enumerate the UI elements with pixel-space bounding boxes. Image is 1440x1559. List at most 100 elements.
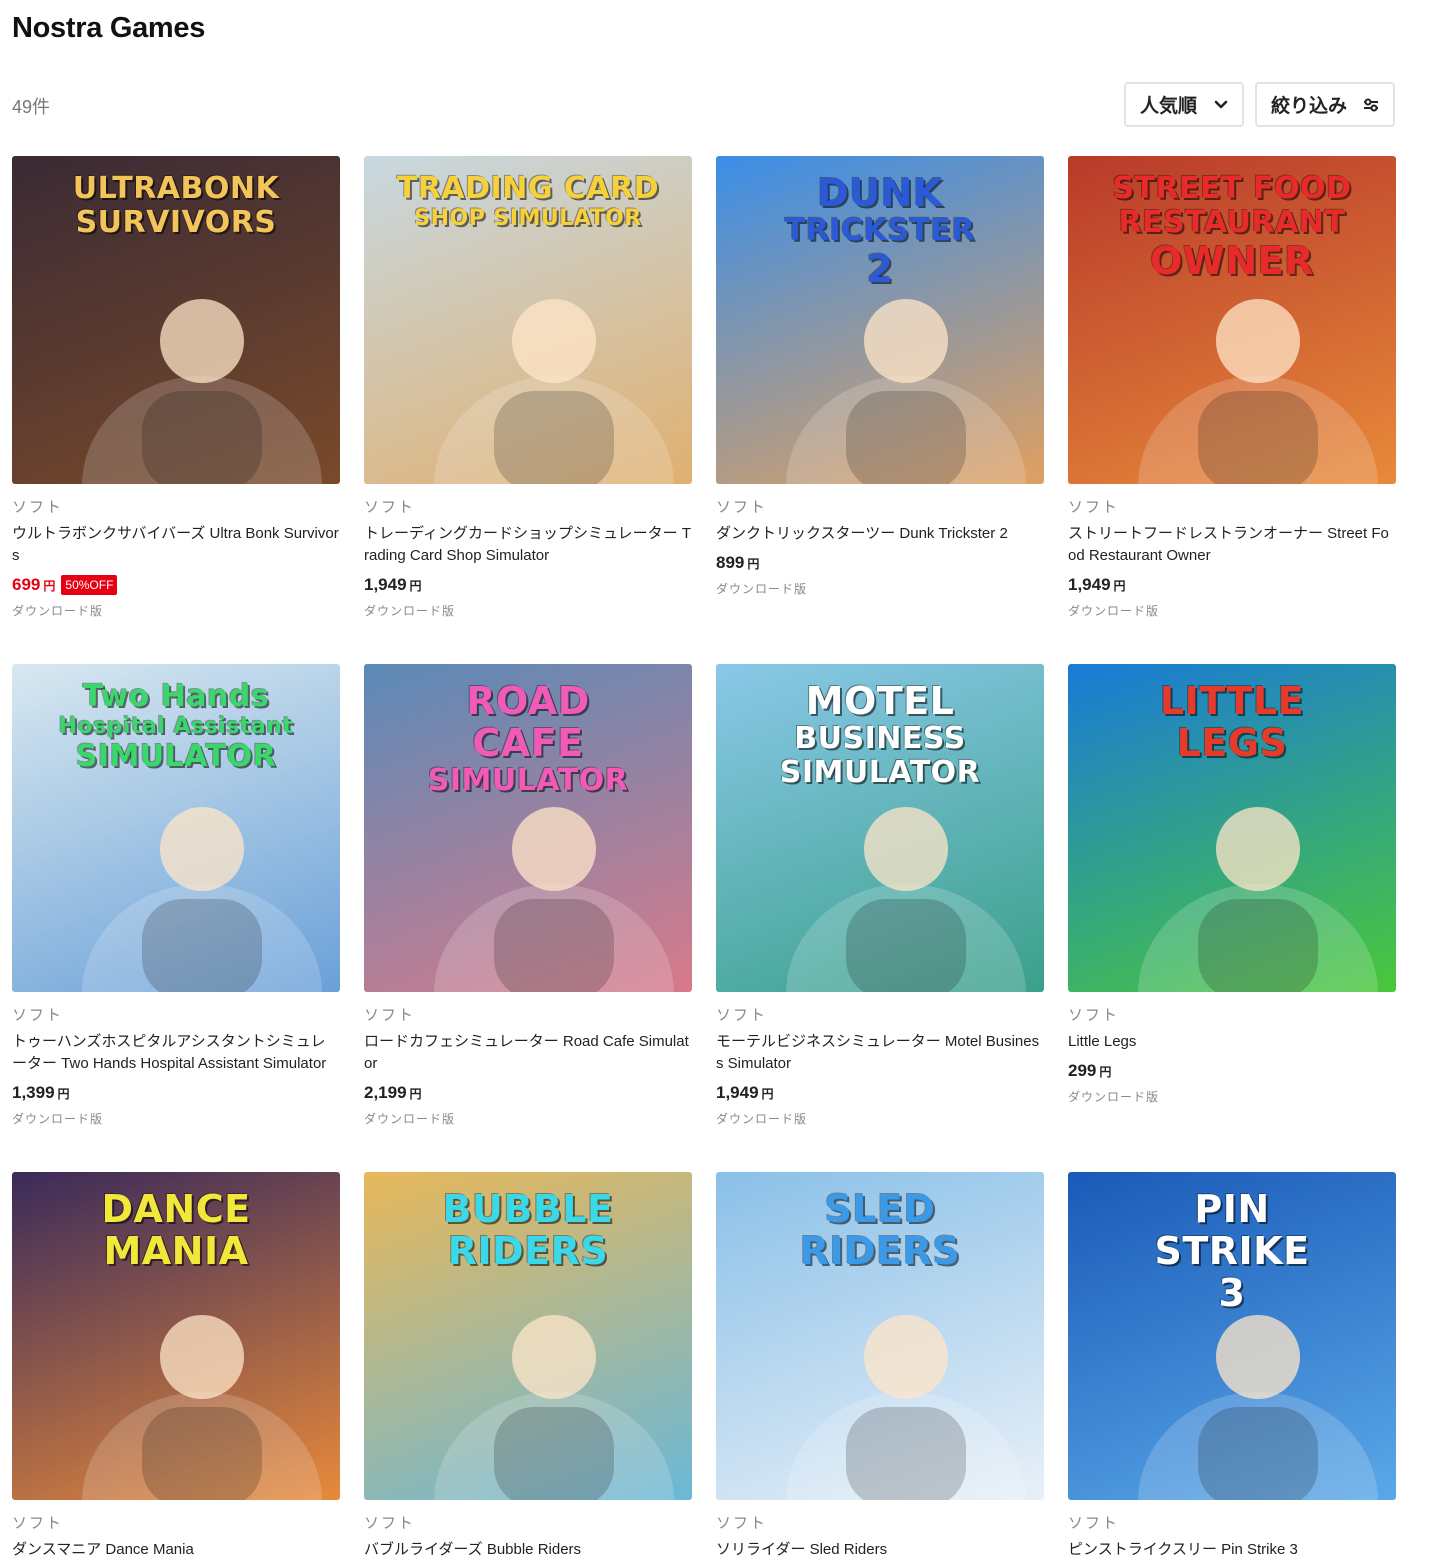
product-card[interactable]: ULTRABONK SURVIVORS ソフト ウルトラボンクサバイバーズ Ultra… xyxy=(12,156,340,619)
product-thumbnail[interactable]: ROAD CAFE SIMULATOR xyxy=(364,664,692,992)
thumbnail-title-line: BUSINESS xyxy=(794,721,966,756)
thumbnail-title-line: LEGS xyxy=(1176,721,1288,765)
thumbnail-title-line: RIDERS xyxy=(447,1229,609,1273)
product-category: ソフト xyxy=(364,499,416,516)
thumbnail-title-line: SIMULATOR xyxy=(75,739,277,774)
product-category: ソフト xyxy=(1068,1515,1120,1532)
product-card[interactable]: TRADING CARD SHOP SIMULATOR ソフトトレーディングカードシ… xyxy=(364,156,692,619)
product-card[interactable]: BUBBLE RIDERS ソフトバブルライダーズ Bubble Riders xyxy=(364,1172,692,1559)
thumbnail-title: MOTEL BUSINESS SIMULATOR xyxy=(716,682,1044,792)
product-card[interactable]: DUNK TRICKSTER 2 ソフトダンクトリックスターツー Dunk Trick… xyxy=(716,156,1044,597)
product-format: ダウンロード版 xyxy=(1068,1090,1160,1104)
product-thumbnail[interactable]: LITTLE LEGS xyxy=(1068,664,1396,992)
product-thumbnail[interactable]: PIN STRIKE 3 xyxy=(1068,1172,1396,1500)
price-value: 299 xyxy=(1068,1061,1097,1080)
price-row: 1,399 円 xyxy=(12,1081,340,1105)
thumbnail-title-line: Two Hands xyxy=(82,679,270,714)
product-thumbnail[interactable]: SLED RIDERS xyxy=(716,1172,1044,1500)
product-card[interactable]: DANCE MANIA ソフト ダンスマニア Dance Mania xyxy=(12,1172,340,1559)
toolbar: 人気順 絞り込み xyxy=(1124,82,1395,127)
product-thumbnail[interactable]: BUBBLE RIDERS xyxy=(364,1172,692,1500)
product-format: ダウンロード版 xyxy=(716,582,808,596)
product-category: ソフト xyxy=(364,1515,416,1532)
product-category: ソフト xyxy=(12,1007,64,1024)
product-name[interactable]: トゥーハンズホスピタルアシスタントシミュレーター Two Hands Hospi… xyxy=(12,1031,340,1075)
product-name[interactable]: トレーディングカードショップシミュレーター Trading Card Shop … xyxy=(364,523,692,567)
price-row: 2,199 円 xyxy=(364,1081,692,1105)
price-row: 1,949 円 xyxy=(716,1081,1044,1105)
product-thumbnail[interactable]: MOTEL BUSINESS SIMULATOR xyxy=(716,664,1044,992)
thumbnail-title: ULTRABONK SURVIVORS xyxy=(12,174,340,242)
filter-button-label: 絞り込み xyxy=(1271,96,1348,117)
thumbnail-title-line: MOTEL xyxy=(805,679,955,723)
result-count: 49件 xyxy=(12,97,51,117)
product-name[interactable]: ロードカフェシミュレーター Road Cafe Simulator xyxy=(364,1031,692,1075)
product-price: 1,949 円 xyxy=(364,575,422,595)
product-name[interactable]: バブルライダーズ Bubble Riders xyxy=(364,1539,692,1559)
thumbnail-title-line: SURVIVORS xyxy=(75,205,277,240)
product-card[interactable]: PIN STRIKE 3 ソフトピンストライクスリー Pin Strike 3 xyxy=(1068,1172,1396,1559)
product-price: 299 円 xyxy=(1068,1061,1111,1081)
thumbnail-title-line: MANIA xyxy=(103,1229,249,1273)
sliders-icon xyxy=(1363,98,1379,112)
currency-label: 円 xyxy=(409,579,422,593)
product-price: 699 円 xyxy=(12,575,55,595)
product-card[interactable]: Two Hands Hospital Assistant SIMULATOR ソフトト… xyxy=(12,664,340,1127)
thumbnail-title: STREET FOOD RESTAURANT OWNER xyxy=(1068,174,1396,284)
thumbnail-title: LITTLE LEGS xyxy=(1068,682,1396,766)
product-format: ダウンロード版 xyxy=(1068,604,1160,618)
currency-label: 円 xyxy=(409,1087,422,1101)
product-format: ダウンロード版 xyxy=(12,1112,104,1126)
currency-label: 円 xyxy=(747,557,760,571)
product-name[interactable]: Little Legs xyxy=(1068,1031,1396,1053)
product-card[interactable]: MOTEL BUSINESS SIMULATOR ソフトモーテルビジネスシミュレーター… xyxy=(716,664,1044,1127)
product-thumbnail[interactable]: TRADING CARD SHOP SIMULATOR xyxy=(364,156,692,484)
filter-button[interactable]: 絞り込み xyxy=(1255,82,1395,127)
price-row: 1,949 円 xyxy=(364,573,692,597)
product-price: 1,399 円 xyxy=(12,1083,70,1103)
thumbnail-title-line: STREET FOOD xyxy=(1112,171,1352,206)
thumbnail-title-line: 3 xyxy=(1218,1271,1246,1315)
product-category: ソフト xyxy=(1068,1007,1120,1024)
product-thumbnail[interactable]: STREET FOOD RESTAURANT OWNER xyxy=(1068,156,1396,484)
currency-label: 円 xyxy=(57,1087,70,1101)
product-thumbnail[interactable]: Two Hands Hospital Assistant SIMULATOR xyxy=(12,664,340,992)
product-name[interactable]: モーテルビジネスシミュレーター Motel Business Simulator xyxy=(716,1031,1044,1075)
product-name[interactable]: ソリライダー Sled Riders xyxy=(716,1539,1044,1559)
product-category: ソフト xyxy=(716,499,768,516)
product-thumbnail[interactable]: DANCE MANIA xyxy=(12,1172,340,1500)
thumbnail-title-line: BUBBLE xyxy=(442,1187,614,1231)
thumbnail-title-line: STRIKE xyxy=(1154,1229,1310,1273)
product-thumbnail[interactable]: DUNK TRICKSTER 2 xyxy=(716,156,1044,484)
product-category: ソフト xyxy=(364,1007,416,1024)
product-category: ソフト xyxy=(1068,499,1120,516)
product-card[interactable]: STREET FOOD RESTAURANT OWNER ソフトストリートフードレスト… xyxy=(1068,156,1396,619)
currency-label: 円 xyxy=(1113,579,1126,593)
thumbnail-title-line: SLED xyxy=(824,1187,936,1231)
product-format: ダウンロード版 xyxy=(364,1112,456,1126)
price-row: 699 円 50%OFF xyxy=(12,573,340,597)
thumbnail-title-line: TRADING CARD xyxy=(396,171,660,206)
product-card[interactable]: LITTLE LEGS ソフト Little Legs 299 円ダウンロード版 xyxy=(1068,664,1396,1105)
thumbnail-title-line: SIMULATOR xyxy=(779,755,981,790)
thumbnail-title-line: ROAD xyxy=(466,679,590,723)
thumbnail-title: PIN STRIKE 3 xyxy=(1068,1190,1396,1316)
thumbnail-title-line: ULTRABONK xyxy=(72,171,280,206)
product-name[interactable]: ピンストライクスリー Pin Strike 3 xyxy=(1068,1539,1396,1559)
product-category: ソフト xyxy=(716,1007,768,1024)
thumbnail-title-line: SHOP SIMULATOR xyxy=(414,206,642,231)
product-thumbnail[interactable]: ULTRABONK SURVIVORS xyxy=(12,156,340,484)
page-title: Nostra Games xyxy=(12,12,206,44)
thumbnail-title: SLED RIDERS xyxy=(716,1190,1044,1274)
price-row: 899 円 xyxy=(716,551,1044,575)
product-name[interactable]: ウルトラボンクサバイバーズ Ultra Bonk Survivors xyxy=(12,523,340,567)
product-name[interactable]: ストリートフードレストランオーナー Street Food Restaurant… xyxy=(1068,523,1396,567)
product-card[interactable]: ROAD CAFE SIMULATOR ソフトロードカフェシミュレーター Road C… xyxy=(364,664,692,1127)
product-name[interactable]: ダンスマニア Dance Mania xyxy=(12,1539,340,1559)
product-name[interactable]: ダンクトリックスターツー Dunk Trickster 2 xyxy=(716,523,1044,545)
product-card[interactable]: SLED RIDERS ソフトソリライダー Sled Riders xyxy=(716,1172,1044,1559)
product-price: 1,949 円 xyxy=(1068,575,1126,595)
sort-button[interactable]: 人気順 xyxy=(1124,82,1244,127)
thumbnail-title: DANCE MANIA xyxy=(12,1190,340,1274)
product-category: ソフト xyxy=(716,1515,768,1532)
